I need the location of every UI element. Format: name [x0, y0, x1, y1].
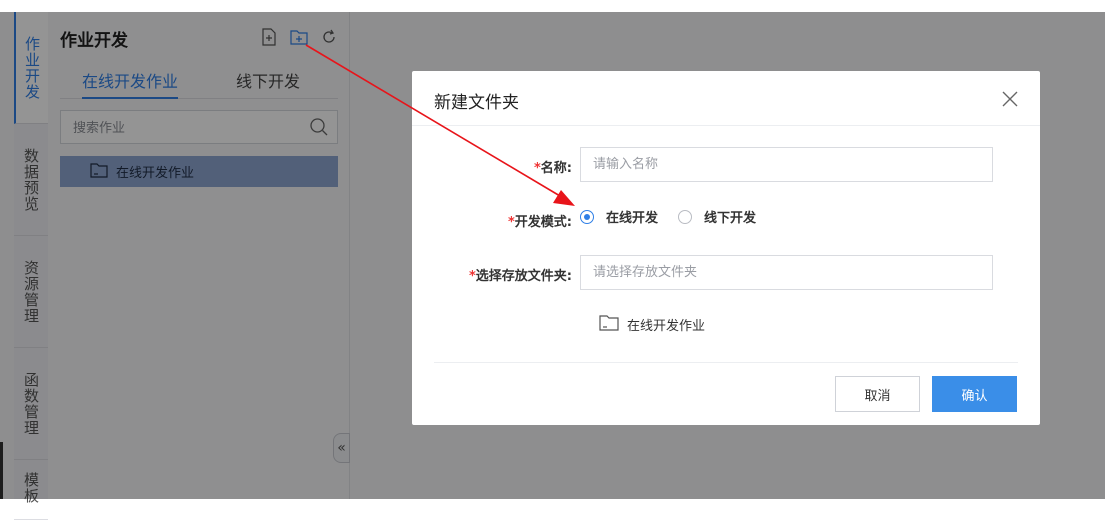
mode-radio-group: 在线开发 线下开发	[580, 207, 776, 226]
radio-dot	[580, 209, 594, 224]
top-strip	[0, 0, 1105, 12]
confirm-button[interactable]: 确认	[932, 376, 1017, 412]
new-folder-dialog: 新建文件夹 *名称: *开发模式: 在线开发 线下开发 *选择存放文件夹: 在线…	[412, 71, 1040, 425]
folder-select-field	[580, 255, 993, 290]
required-mark: *	[468, 269, 476, 284]
mode-label: *开发模式:	[412, 211, 572, 230]
close-icon[interactable]	[1000, 89, 1020, 109]
dialog-title: 新建文件夹	[434, 93, 519, 113]
required-mark: *	[533, 161, 541, 176]
folder-icon	[599, 314, 619, 335]
name-field	[580, 147, 993, 182]
name-label-text: 名称:	[540, 161, 572, 176]
mode-label-text: 开发模式:	[514, 215, 572, 230]
divider	[434, 362, 1018, 363]
radio-label: 在线开发	[606, 211, 659, 226]
folder-option-label: 在线开发作业	[627, 319, 706, 334]
radio-dot	[678, 209, 693, 224]
radio-online-dev[interactable]: 在线开发	[580, 207, 658, 226]
folder-label-text: 选择存放文件夹:	[475, 269, 572, 284]
radio-label: 线下开发	[704, 211, 757, 226]
radio-offline-dev[interactable]: 线下开发	[678, 207, 756, 226]
folder-label: *选择存放文件夹:	[412, 265, 572, 284]
name-label: *名称:	[412, 157, 572, 176]
required-mark: *	[507, 215, 515, 230]
folder-option-online-jobs[interactable]: 在线开发作业	[599, 314, 705, 335]
divider	[412, 125, 1040, 126]
name-input[interactable]	[581, 148, 992, 181]
cancel-button[interactable]: 取消	[835, 376, 920, 412]
folder-select-input[interactable]	[581, 256, 992, 289]
